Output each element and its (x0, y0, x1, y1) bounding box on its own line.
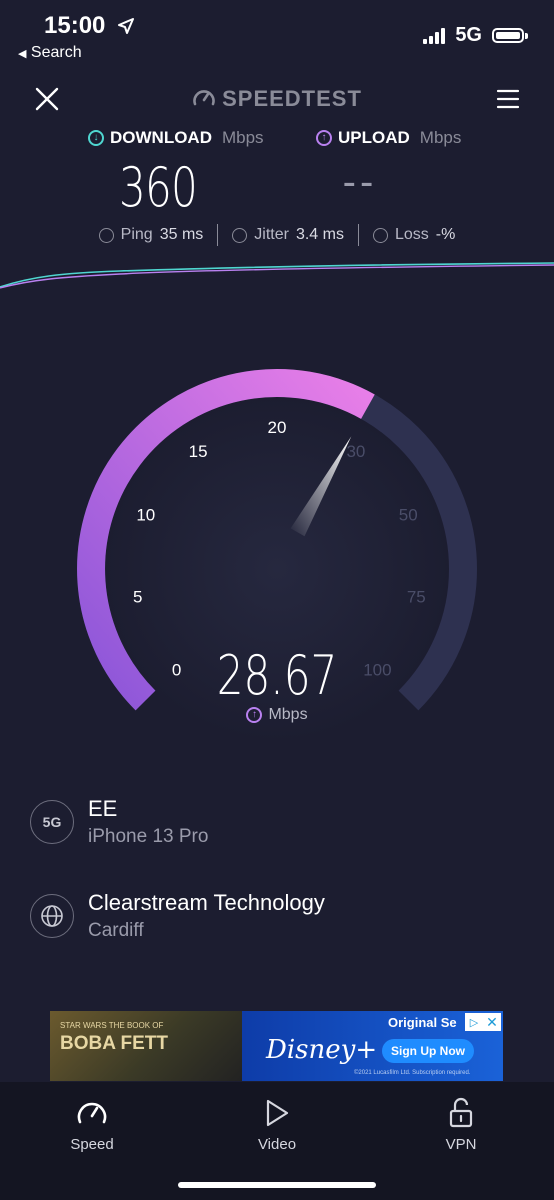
network-5g-icon: 5G (30, 800, 74, 844)
globe-icon (30, 894, 74, 938)
upload-header: ↑ UPLOAD Mbps (316, 128, 461, 148)
ping-icon (98, 227, 114, 243)
server-row[interactable]: Clearstream Technology Cardiff (30, 890, 325, 942)
server-name: Clearstream Technology (88, 890, 325, 915)
ad-promo: Disney+ Original Se Sign Up Now ©2021 Lu… (242, 1011, 503, 1081)
loss-value: -% (435, 226, 456, 243)
tab-vpn[interactable]: VPN (406, 1096, 516, 1153)
upload-value: -- (342, 160, 378, 204)
upload-unit: Mbps (419, 128, 462, 147)
tab-vpn-label: VPN (445, 1136, 477, 1153)
ad-close-icon[interactable]: ✕ (483, 1013, 501, 1031)
battery-icon (492, 28, 528, 43)
download-value: 360 (118, 156, 198, 219)
ad-small-text: STAR WARS THE BOOK OF (60, 1021, 164, 1030)
jitter-stat: Jitter 3.4 ms (218, 226, 358, 244)
download-arrow-icon: ↓ (88, 130, 104, 146)
ping-label: Ping (120, 226, 153, 243)
app-brand: SPEEDTEST (0, 86, 554, 112)
speedometer-icon (77, 1102, 107, 1124)
location-arrow-icon (118, 18, 134, 34)
ad-show-title: BOBA FETT (60, 1033, 169, 1054)
jitter-value: 3.4 ms (295, 226, 344, 243)
loss-stat: Loss -% (359, 226, 469, 244)
gauge-tick-label: 50 (399, 506, 418, 525)
gauge-tick-label: 30 (346, 442, 365, 461)
gauge-tick-label: 5 (133, 588, 142, 607)
ad-headline: Original Se (388, 1015, 457, 1030)
ping-stat: Ping 35 ms (85, 226, 218, 244)
gauge-tick-label: 75 (407, 588, 426, 607)
ping-value: 35 ms (159, 226, 204, 243)
speed-unit-label: Mbps (268, 706, 308, 723)
tab-speed-label: Speed (70, 1136, 114, 1153)
gauge-tick-label: 20 (268, 418, 287, 437)
gauge-tick-label: 15 (189, 442, 208, 461)
tab-video[interactable]: Video (222, 1096, 332, 1153)
ad-image: STAR WARS THE BOOK OF BOBA FETT (50, 1011, 242, 1081)
download-unit: Mbps (221, 128, 264, 147)
download-label: DOWNLOAD (110, 128, 212, 147)
status-time: 15:00 (44, 12, 106, 39)
gauge-tick-label: 10 (136, 506, 155, 525)
jitter-icon (232, 227, 248, 243)
carrier-row[interactable]: 5G EE iPhone 13 Pro (30, 796, 208, 848)
loss-label: Loss (394, 226, 429, 243)
server-location: Cardiff (88, 920, 144, 941)
play-icon (266, 1099, 289, 1127)
ad-choices-icon[interactable]: ▷ (465, 1013, 483, 1031)
back-label: Search (30, 44, 82, 61)
tab-speed[interactable]: Speed (37, 1096, 147, 1153)
home-indicator (178, 1182, 376, 1188)
ad-banner[interactable]: STAR WARS THE BOOK OF BOBA FETT Disney+ … (50, 1011, 503, 1081)
device-name: iPhone 13 Pro (88, 826, 209, 847)
connection-stats: Ping 35 ms Jitter 3.4 ms Loss -% (0, 224, 554, 246)
menu-button[interactable] (496, 88, 520, 110)
status-indicators: 5G (423, 24, 528, 47)
brand-text: SPEEDTEST (222, 86, 362, 111)
speedometer-logo-icon (193, 90, 215, 106)
speed-history-graph (0, 262, 554, 289)
ad-brand-logo: Disney+ (266, 1035, 378, 1065)
back-triangle-icon: ◀ (18, 48, 27, 60)
current-speed-unit: ↑ Mbps (0, 706, 554, 724)
lock-icon (449, 1097, 473, 1128)
back-to-search-link[interactable]: ◀ Search (18, 44, 82, 62)
cellular-signal-icon (423, 27, 446, 44)
network-type: 5G (455, 24, 482, 46)
ad-fine-print: ©2021 Lucasfilm Ltd. Subscription requir… (354, 1070, 471, 1076)
tab-video-label: Video (257, 1136, 297, 1153)
carrier-name: EE (88, 796, 118, 821)
current-speed-value: 28.67 (216, 644, 338, 707)
download-header: ↓ DOWNLOAD Mbps (88, 128, 264, 148)
upload-arrow-icon: ↑ (246, 707, 263, 723)
loss-icon (372, 227, 388, 243)
ad-signup-button[interactable]: Sign Up Now (382, 1039, 474, 1063)
upload-arrow-icon: ↑ (316, 130, 332, 146)
jitter-label: Jitter (254, 226, 289, 243)
upload-label: UPLOAD (338, 128, 410, 147)
